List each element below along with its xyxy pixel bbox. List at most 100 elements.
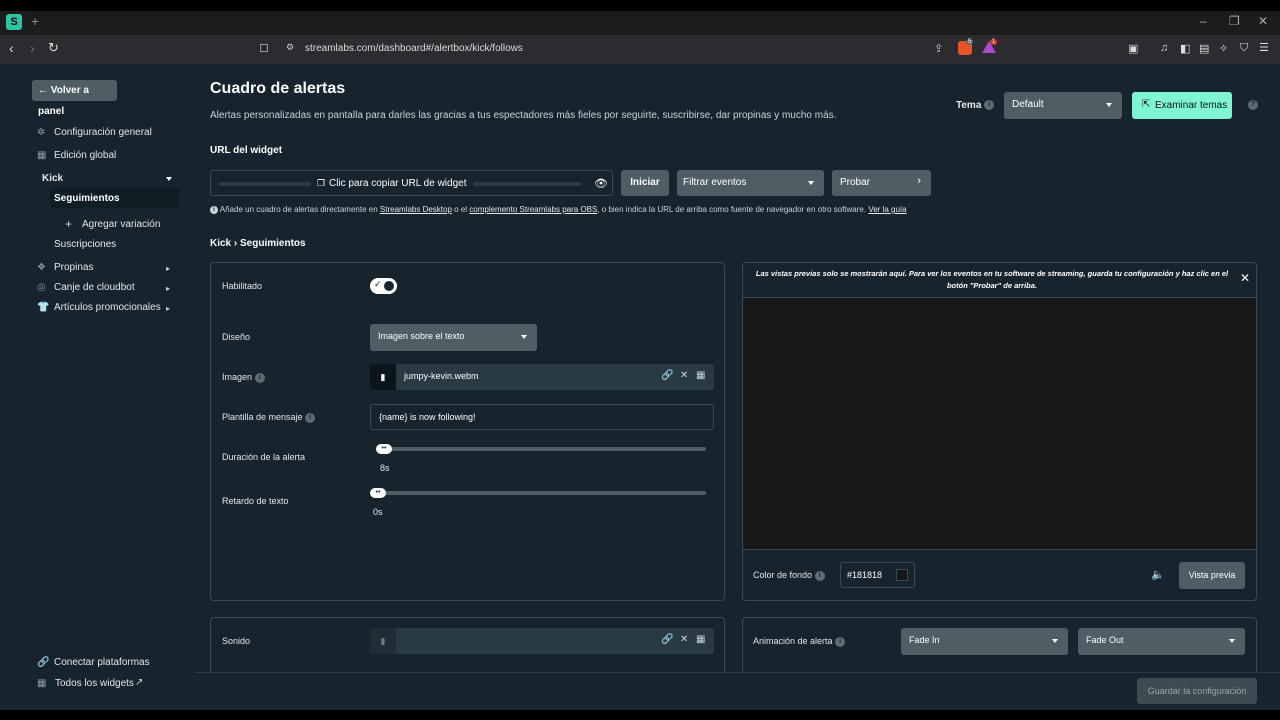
connect-platforms-link[interactable]: Conectar plataformas bbox=[54, 657, 150, 668]
alert-duration-value: 8s bbox=[380, 463, 390, 473]
wallet-icon[interactable]: ▤ bbox=[1199, 42, 1209, 55]
browse-themes-button[interactable]: ⇱ Examinar temas bbox=[1132, 92, 1232, 119]
address-bar[interactable]: ☐ ⚙ streamlabs.com/dashboard#/alertbox/k… bbox=[248, 39, 1000, 61]
text-delay-handle[interactable]: •• bbox=[370, 488, 386, 498]
sidebar-item-global-edit[interactable]: Edición global bbox=[54, 150, 116, 161]
color-swatch[interactable] bbox=[896, 569, 908, 581]
test-button[interactable]: Probar › bbox=[832, 170, 931, 196]
enabled-toggle[interactable]: ✓ bbox=[370, 278, 397, 294]
sound-link-icon[interactable]: 🔗 bbox=[661, 634, 673, 645]
merch-chevron-right-icon[interactable]: ▸ bbox=[166, 304, 170, 313]
preview-button[interactable]: Vista previa bbox=[1179, 562, 1245, 589]
music-icon[interactable]: ♫ bbox=[1160, 42, 1168, 54]
sidebar-item-merch[interactable]: Artículos promocionales bbox=[54, 302, 161, 313]
video-file-icon: ▮ bbox=[370, 364, 396, 390]
site-settings-icon[interactable]: ⚙ bbox=[286, 42, 294, 53]
cloudbot-chevron-right-icon[interactable]: ▸ bbox=[166, 284, 170, 293]
message-template-label: Plantilla de mensaje i bbox=[222, 412, 316, 423]
gallery-grid-icon[interactable]: ▦ bbox=[696, 370, 705, 381]
animation-in-select[interactable]: Fade In bbox=[901, 628, 1068, 655]
sound-gallery-grid-icon[interactable]: ▦ bbox=[696, 634, 705, 645]
breadcrumb: Kick › Seguimientos bbox=[210, 238, 306, 249]
theme-info-icon[interactable]: i bbox=[984, 100, 995, 111]
browse-themes-label: Examinar temas bbox=[1155, 100, 1228, 111]
streamlabs-desktop-link[interactable]: Streamlabs Desktop bbox=[380, 205, 452, 214]
leo-ai-icon[interactable]: ✧ bbox=[1219, 42, 1228, 55]
template-info-icon[interactable]: i bbox=[305, 412, 316, 423]
menu-icon[interactable]: ☰ bbox=[1259, 41, 1269, 54]
vpn-shield-icon[interactable]: ⛉ bbox=[1240, 42, 1248, 55]
layout-select[interactable]: Imagen sobre el texto bbox=[370, 324, 537, 351]
guide-link[interactable]: Ver la guía bbox=[868, 205, 906, 214]
obs-plugin-link[interactable]: complemento Streamlabs para OBS bbox=[469, 205, 597, 214]
close-icon[interactable]: ✕ bbox=[1240, 271, 1250, 285]
text-delay-label: Retardo de texto bbox=[222, 496, 289, 506]
help-icon[interactable]: ? bbox=[1248, 100, 1258, 110]
chevron-down-icon bbox=[1052, 639, 1058, 643]
kick-chevron-down-icon[interactable] bbox=[166, 177, 172, 181]
back-arrow-icon[interactable]: ‹ bbox=[9, 40, 14, 56]
widget-url-label: URL del widget bbox=[210, 145, 283, 156]
bg-color-info-icon[interactable]: i bbox=[814, 570, 825, 581]
cloudbot-icon: ◎ bbox=[37, 282, 46, 293]
start-button[interactable]: Iniciar bbox=[621, 170, 669, 196]
back-to-panel-button[interactable]: ← Volver a panel bbox=[32, 80, 117, 117]
widgets-grid-icon: ▦ bbox=[37, 678, 47, 689]
sound-remove-icon[interactable]: ✕ bbox=[680, 634, 688, 645]
page-title: Cuadro de alertas bbox=[210, 80, 346, 97]
sidebar-item-follows[interactable]: Seguimientos bbox=[54, 193, 120, 204]
link-icon: 🔗 bbox=[37, 657, 50, 668]
text-delay-slider[interactable] bbox=[370, 491, 706, 495]
sidebar-item-kick[interactable]: Kick bbox=[42, 173, 63, 184]
eye-icon[interactable]: 👁 bbox=[594, 177, 608, 190]
url-text[interactable]: streamlabs.com/dashboard#/alertbox/kick/… bbox=[305, 43, 523, 54]
alert-duration-handle[interactable]: •• bbox=[376, 444, 392, 454]
minimize-icon[interactable]: – bbox=[1200, 14, 1207, 28]
maximize-icon[interactable]: ❐ bbox=[1229, 14, 1240, 28]
grid-icon: ▦ bbox=[37, 150, 47, 161]
image-file-field[interactable]: ▮ jumpy-kevin.webm 🔗 ✕ ▦ bbox=[370, 364, 714, 390]
streamlabs-favicon[interactable]: S bbox=[6, 14, 22, 30]
reload-icon[interactable]: ↻ bbox=[48, 40, 59, 56]
sidebar-item-general-settings[interactable]: Configuración general bbox=[54, 127, 152, 138]
tips-chevron-right-icon[interactable]: ▸ bbox=[166, 264, 170, 273]
volume-icon[interactable]: 🔈 bbox=[1151, 568, 1165, 581]
animation-in-value: Fade In bbox=[909, 635, 940, 645]
all-widgets-link[interactable]: Todos los widgets bbox=[55, 678, 134, 689]
enabled-label: Habilitado bbox=[222, 281, 263, 291]
forward-arrow-icon[interactable]: › bbox=[30, 40, 35, 56]
image-info-icon[interactable]: i bbox=[254, 372, 265, 383]
dashboard-page: ← Volver a panel ✲ Configuración general… bbox=[0, 64, 1280, 710]
sidebar-item-cloudbot[interactable]: Canje de cloudbot bbox=[54, 282, 135, 293]
new-tab-icon[interactable]: + bbox=[31, 13, 39, 29]
widget-url-field[interactable]: ❐ Clic para copiar URL de widget 👁 bbox=[210, 170, 613, 196]
background-color-input[interactable]: #181818 bbox=[840, 562, 915, 588]
link-icon[interactable]: 🔗 bbox=[661, 370, 673, 381]
copy-url-text[interactable]: Clic para copiar URL de widget bbox=[329, 178, 466, 189]
copy-icon: ❐ bbox=[317, 178, 326, 188]
close-window-icon[interactable]: ✕ bbox=[1258, 14, 1268, 28]
share-icon[interactable]: ⇪ bbox=[934, 42, 943, 55]
filter-events-select[interactable]: Filtrar eventos bbox=[677, 170, 824, 196]
bookmark-icon[interactable]: ☐ bbox=[259, 42, 269, 55]
theme-select[interactable]: Default bbox=[1004, 92, 1122, 119]
remove-icon[interactable]: ✕ bbox=[680, 370, 688, 381]
screenshot-icon[interactable]: ▣ bbox=[1128, 42, 1138, 55]
chevron-down-icon bbox=[1106, 103, 1112, 107]
sidebar-icon[interactable]: ◧ bbox=[1180, 42, 1190, 55]
message-template-input[interactable]: {name} is now following! bbox=[370, 404, 714, 430]
sidebar-item-tips[interactable]: Propinas bbox=[54, 262, 93, 273]
animation-info-icon[interactable]: i bbox=[835, 636, 846, 647]
alert-duration-label: Duración de la alerta bbox=[222, 452, 306, 462]
theme-select-value: Default bbox=[1012, 99, 1044, 110]
settings-card bbox=[210, 262, 725, 601]
image-file-name: jumpy-kevin.webm bbox=[404, 371, 479, 381]
add-variation-link[interactable]: Agregar variación bbox=[82, 219, 160, 230]
test-label: Probar bbox=[840, 177, 871, 188]
save-settings-button[interactable]: Guardar la configuración bbox=[1137, 678, 1257, 704]
sidebar-item-subscriptions[interactable]: Suscripciones bbox=[54, 239, 116, 250]
window-top-border bbox=[0, 0, 1280, 11]
animation-out-select[interactable]: Fade Out bbox=[1078, 628, 1245, 655]
alert-duration-slider[interactable] bbox=[376, 447, 706, 451]
sound-file-field[interactable]: ▮ 🔗 ✕ ▦ bbox=[370, 628, 714, 654]
